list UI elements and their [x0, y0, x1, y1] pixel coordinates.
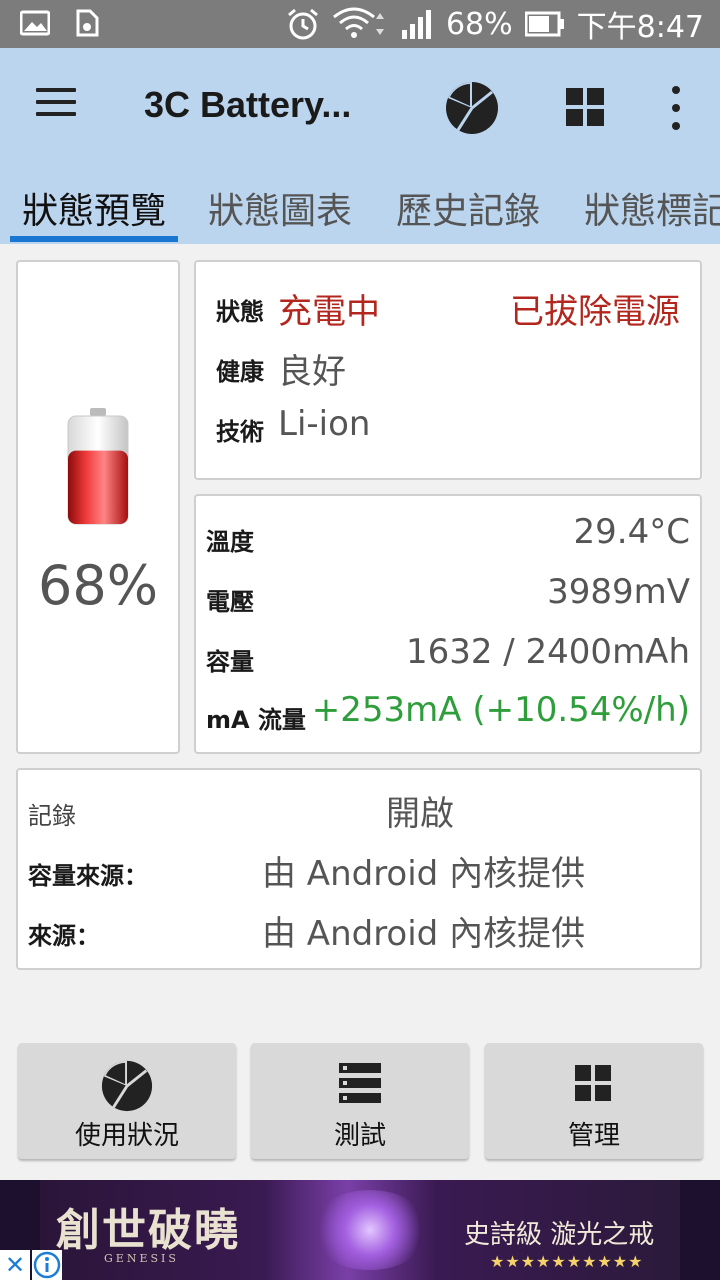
- app-title: 3C Battery...: [144, 84, 352, 125]
- ad-tagline: 史詩級 漩光之戒: [464, 1220, 655, 1250]
- sim-icon: [76, 9, 99, 37]
- tab-status-chart[interactable]: 狀態圖表: [208, 176, 352, 244]
- status-bar: 68% 下午8:47: [0, 0, 720, 48]
- tab-status-markers[interactable]: 狀態標記: [584, 176, 720, 244]
- source-value: 由 Android 內核提供: [262, 914, 586, 954]
- tech-value: Li-ion: [278, 404, 371, 444]
- health-value: 良好: [278, 352, 346, 392]
- record-label: 記錄: [28, 802, 76, 830]
- current-flow-label: mA 流量: [206, 706, 306, 734]
- tab-status-overview[interactable]: 狀態預覽: [22, 176, 166, 244]
- status-battery-percent: 68%: [445, 6, 513, 42]
- status-card: 狀態 充電中 已拔除電源 健康 良好 技術 Li-ion: [194, 260, 702, 480]
- manage-button[interactable]: 管理: [485, 1043, 703, 1159]
- charging-status: 充電中: [278, 292, 380, 332]
- battery-percent: 68%: [37, 554, 159, 617]
- ad-subtitle: GENESIS: [104, 1252, 179, 1265]
- test-button[interactable]: 測試: [251, 1043, 469, 1159]
- grid-icon[interactable]: [566, 88, 604, 126]
- battery-level-icon: [67, 408, 129, 525]
- voltage-value: 3989mV: [547, 572, 690, 612]
- ad-info-icon[interactable]: [32, 1250, 62, 1280]
- list-icon: [339, 1063, 381, 1103]
- test-button-label: 測試: [333, 1121, 386, 1151]
- more-vert-icon[interactable]: [668, 86, 684, 130]
- pie-chart-icon: [101, 1060, 153, 1112]
- menu-icon[interactable]: [36, 88, 76, 124]
- ad-image[interactable]: 創世破曉 GENESIS 史詩級 漩光之戒 ★★★★★★★★★★: [40, 1180, 680, 1280]
- ad-banner[interactable]: 創世破曉 GENESIS 史詩級 漩光之戒 ★★★★★★★★★★: [0, 1180, 720, 1280]
- app-bar: 3C Battery... 狀態預覽 狀態圖表 歷史記錄 狀態標記: [0, 48, 720, 244]
- ad-title: 創世破曉: [56, 1205, 240, 1256]
- usage-button[interactable]: 使用狀況: [18, 1043, 236, 1159]
- tech-label: 技術: [216, 418, 264, 446]
- status-time: 下午8:47: [576, 10, 704, 45]
- status-label: 狀態: [216, 298, 264, 326]
- record-card: 記錄 開啟 容量來源： 由 Android 內核提供 來源： 由 Android…: [16, 768, 702, 970]
- record-value[interactable]: 開啟: [386, 786, 454, 835]
- grid-icon: [575, 1065, 611, 1101]
- wifi-icon: [333, 7, 384, 38]
- battery-card: 68%: [16, 260, 180, 754]
- ad-stars: ★★★★★★★★★★: [490, 1252, 644, 1271]
- current-flow-value: +253mA (+10.54%/h): [311, 690, 690, 730]
- health-label: 健康: [216, 358, 264, 386]
- ad-glow: [310, 1190, 430, 1270]
- pie-chart-icon[interactable]: [444, 80, 500, 136]
- voltage-label: 電壓: [206, 588, 254, 616]
- tab-indicator: [10, 236, 178, 242]
- manage-button-label: 管理: [567, 1121, 620, 1151]
- battery-icon: [524, 11, 564, 37]
- signal-icon: [401, 10, 431, 39]
- tab-history[interactable]: 歷史記錄: [396, 176, 540, 244]
- tab-bar: 狀態預覽 狀態圖表 歷史記錄 狀態標記: [0, 176, 720, 244]
- usage-button-label: 使用狀況: [74, 1121, 179, 1151]
- image-icon: [20, 10, 50, 36]
- plug-status: 已拔除電源: [510, 292, 680, 332]
- source-label: 來源：: [28, 922, 100, 950]
- capacity-source-label: 容量來源：: [28, 862, 148, 890]
- capacity-label: 容量: [206, 648, 254, 676]
- capacity-value: 1632 / 2400mAh: [405, 632, 690, 672]
- alarm-icon: [287, 8, 318, 40]
- metrics-card: 溫度 29.4°C 電壓 3989mV 容量 1632 / 2400mAh mA…: [194, 494, 702, 754]
- temperature-label: 溫度: [206, 528, 254, 556]
- capacity-source-value: 由 Android 內核提供: [262, 854, 586, 894]
- ad-close-icon[interactable]: ✕: [0, 1250, 30, 1280]
- temperature-value: 29.4°C: [573, 512, 690, 552]
